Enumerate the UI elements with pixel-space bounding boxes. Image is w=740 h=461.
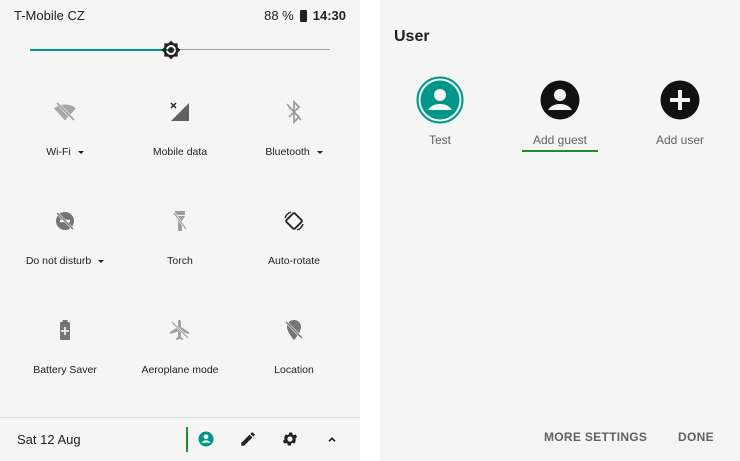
brightness-slider[interactable] bbox=[30, 40, 330, 60]
brightness-track-filled bbox=[30, 49, 171, 51]
tile-label: Location bbox=[274, 364, 314, 376]
user-label: Add guest bbox=[532, 133, 588, 147]
date-label: Sat 12 Aug bbox=[17, 432, 81, 447]
aeroplane-icon bbox=[170, 320, 189, 340]
user-add-user[interactable]: Add user bbox=[620, 76, 740, 147]
focus-indicator bbox=[186, 427, 188, 452]
tile-mobile-data[interactable]: Mobile data bbox=[120, 100, 240, 158]
dropdown-caret-icon[interactable] bbox=[316, 150, 323, 154]
user-test[interactable]: Test bbox=[380, 76, 500, 147]
wifi-off-icon bbox=[54, 101, 76, 122]
done-button[interactable]: DONE bbox=[678, 430, 714, 444]
status-right: 88 % 14:30 bbox=[264, 8, 346, 23]
tile-label: Wi-Fi bbox=[5, 146, 125, 158]
user-avatar-icon bbox=[416, 76, 464, 124]
tile-battery-saver[interactable]: Battery Saver bbox=[5, 318, 125, 376]
panel-gap bbox=[360, 0, 380, 461]
do-not-disturb-icon bbox=[56, 212, 74, 230]
location-off-icon bbox=[285, 320, 303, 340]
bluetooth-off-icon bbox=[286, 100, 302, 124]
more-settings-button[interactable]: MORE SETTINGS bbox=[544, 430, 647, 444]
status-bar: T-Mobile CZ 88 % 14:30 bbox=[0, 0, 360, 32]
tile-label: Mobile data bbox=[152, 146, 208, 158]
tile-label: Aeroplane mode bbox=[141, 364, 219, 376]
quick-settings-panel: T-Mobile CZ 88 % 14:30 Wi-Fi Mobile data bbox=[0, 0, 360, 461]
tile-label: Battery Saver bbox=[33, 364, 97, 376]
tile-torch[interactable]: Torch bbox=[120, 209, 240, 267]
tile-wifi[interactable]: Wi-Fi bbox=[5, 100, 125, 158]
settings-icon[interactable] bbox=[281, 430, 299, 448]
user-label: Test bbox=[428, 133, 451, 147]
carrier-name: T-Mobile CZ bbox=[14, 8, 85, 23]
brightness-icon[interactable] bbox=[161, 40, 181, 60]
tile-bluetooth[interactable]: Bluetooth bbox=[234, 100, 354, 158]
brightness-track-empty bbox=[171, 49, 330, 50]
battery-saver-icon bbox=[60, 320, 70, 340]
tile-label: Auto-rotate bbox=[268, 255, 320, 267]
dialog-title: User bbox=[394, 28, 430, 45]
tile-label: Bluetooth bbox=[234, 146, 354, 158]
clock: 14:30 bbox=[312, 8, 346, 23]
tile-label: Do not disturb bbox=[5, 255, 125, 267]
battery-icon bbox=[299, 9, 307, 22]
user-dialog: User Test Add guest Add user MORE SETTIN… bbox=[380, 0, 740, 461]
tile-do-not-disturb[interactable]: Do not disturb bbox=[5, 209, 125, 267]
dropdown-caret-icon[interactable] bbox=[77, 150, 84, 154]
user-switch-icon[interactable] bbox=[197, 430, 215, 448]
guest-avatar-icon bbox=[540, 80, 580, 120]
torch-icon bbox=[173, 211, 187, 231]
edit-icon[interactable] bbox=[239, 430, 257, 448]
focus-underline bbox=[522, 150, 598, 152]
collapse-icon[interactable] bbox=[323, 430, 341, 448]
tile-aeroplane-mode[interactable]: Aeroplane mode bbox=[120, 318, 240, 376]
tile-label: Torch bbox=[167, 255, 193, 267]
user-label: Add user bbox=[655, 133, 705, 147]
tile-auto-rotate[interactable]: Auto-rotate bbox=[234, 209, 354, 267]
dropdown-caret-icon[interactable] bbox=[98, 259, 105, 263]
add-user-icon bbox=[660, 80, 700, 120]
user-add-guest[interactable]: Add guest bbox=[500, 76, 620, 147]
auto-rotate-icon bbox=[284, 211, 304, 231]
battery-percent: 88 % bbox=[264, 8, 294, 23]
mobile-data-off-icon bbox=[170, 102, 189, 121]
tile-location[interactable]: Location bbox=[234, 318, 354, 376]
quick-settings-footer: Sat 12 Aug bbox=[0, 418, 360, 461]
